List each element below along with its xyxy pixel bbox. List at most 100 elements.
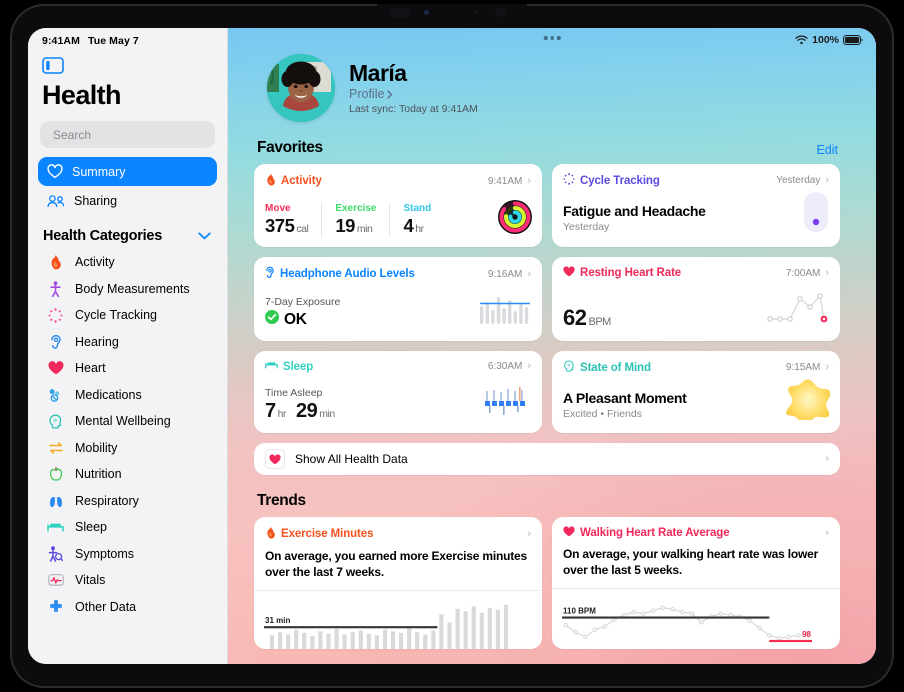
metric-value: 19 [335, 215, 355, 236]
sidebar-item-sharing[interactable]: Sharing [38, 186, 217, 215]
chevron-right-icon: › [527, 527, 531, 540]
card-title-label: Cycle Tracking [580, 174, 660, 187]
screen: 9:41AM Tue May 7 Health Search Summary S… [28, 28, 876, 664]
head-icon [47, 413, 64, 430]
sidebar-item-activity[interactable]: Activity [28, 249, 227, 276]
card-timestamp: 9:16AM [487, 268, 523, 280]
card-title-label: State of Mind [580, 361, 651, 374]
hr-sparkline-graphic [766, 291, 828, 330]
card-unit: BPM [588, 316, 611, 328]
sidebar-item-label: Activity [75, 255, 115, 270]
search-input[interactable] [53, 127, 208, 142]
status-bar-left: 9:41AM Tue May 7 [28, 28, 227, 47]
flame-icon [265, 173, 276, 189]
card-state-of-mind[interactable]: State of Mind 9:15AM › A Pleasant Moment… [552, 351, 840, 433]
card-headphone-audio-levels[interactable]: Headphone Audio Levels 9:16AM › 7-Day Ex… [254, 257, 542, 341]
heart-icon [265, 449, 285, 469]
trend-card-exercise-minutes[interactable]: Exercise Minutes › On average, you earne… [254, 517, 542, 649]
sidebar-toggle-icon[interactable] [42, 57, 64, 74]
bed-icon [47, 519, 64, 536]
main-content: 100% María Profile Last sync: Today at 9… [228, 28, 876, 664]
trends-title: Trends [257, 492, 306, 509]
sidebar-item-label: Mental Wellbeing [75, 414, 171, 429]
ipad-device: 9:41AM Tue May 7 Health Search Summary S… [10, 4, 894, 688]
sidebar-item-mobility[interactable]: Mobility [28, 435, 227, 462]
sidebar-item-summary[interactable]: Summary [38, 157, 217, 186]
flame-icon [47, 254, 64, 271]
chevron-right-icon: › [527, 360, 531, 372]
sidebar-item-nutrition[interactable]: Nutrition [28, 461, 227, 488]
sidebar-item-sleep[interactable]: Sleep [28, 514, 227, 541]
sidebar-item-label: Sleep [75, 520, 107, 535]
card-value: 62 [563, 305, 587, 330]
sidebar-item-label: Other Data [75, 599, 137, 614]
health-categories-header[interactable]: Health Categories [28, 215, 227, 249]
card-activity[interactable]: Activity 9:41AM › Move 375 cal Exercise … [254, 164, 542, 247]
activity-metrics: Move 375 cal Exercise 19 min Stand 4 hr [265, 203, 531, 237]
lungs-icon [47, 492, 64, 509]
sidebar-item-label: Symptoms [75, 546, 135, 561]
sidebar-item-hearing[interactable]: Hearing [28, 329, 227, 356]
sleep-minutes-unit: min [319, 408, 335, 420]
star-blob-graphic [786, 378, 831, 426]
card-cycle-tracking[interactable]: Cycle Tracking Yesterday › Fatigue and H… [552, 164, 840, 247]
profile-link[interactable]: Profile [349, 87, 478, 101]
sidebar-item-heart[interactable]: Heart [28, 355, 227, 382]
metric-label: Stand [403, 203, 432, 214]
svg-text:31 min: 31 min [265, 616, 290, 625]
health-categories-label: Health Categories [43, 228, 163, 244]
sidebar-item-medications[interactable]: Medications [28, 382, 227, 409]
svg-text:98: 98 [802, 630, 811, 639]
sidebar-item-label: Hearing [75, 334, 119, 349]
show-all-health-data-row[interactable]: Show All Health Data › [254, 443, 840, 475]
status-time: 9:41AM [42, 35, 80, 47]
avatar[interactable] [267, 54, 335, 122]
sidebar-item-label: Nutrition [75, 467, 122, 482]
metric-value: 4 [403, 215, 414, 236]
walking-heart-rate-chart: 110 BPM 98 [552, 589, 840, 649]
search-field[interactable] [40, 121, 215, 148]
chevron-right-icon: › [825, 361, 829, 373]
card-subline: Yesterday [563, 221, 610, 233]
scroll-area[interactable]: María Profile Last sync: Today at 9:41AM… [228, 28, 876, 664]
people-icon [47, 194, 65, 207]
sidebar-item-cycle-tracking[interactable]: Cycle Tracking [28, 302, 227, 329]
chevron-right-icon: › [527, 267, 531, 280]
card-title-label: Headphone Audio Levels [280, 268, 415, 280]
card-resting-heart-rate[interactable]: Resting Heart Rate 7:00AM › 62 BPM [552, 257, 840, 341]
card-sleep[interactable]: Sleep 6:30AM › Time Asleep 7 hr 29 min [254, 351, 542, 433]
cycle-icon [563, 173, 575, 188]
sidebar-item-label: Vitals [75, 573, 106, 588]
body-icon [47, 280, 64, 297]
sidebar: 9:41AM Tue May 7 Health Search Summary S… [28, 28, 228, 664]
sidebar-item-label: Summary [72, 164, 126, 179]
mobility-icon [47, 439, 64, 456]
trends-header: Trends [254, 492, 840, 510]
battery-percent-label: 100% [812, 34, 839, 46]
trends-grid: Exercise Minutes › On average, you earne… [254, 517, 840, 649]
metric-stand: Stand 4 hr [389, 203, 444, 237]
profile-header[interactable]: María Profile Last sync: Today at 9:41AM [254, 54, 840, 122]
card-timestamp: 7:00AM [785, 267, 821, 279]
metric-exercise: Exercise 19 min [321, 203, 389, 237]
activity-rings-icon [498, 200, 532, 239]
chevron-right-icon: › [825, 452, 829, 465]
multitasking-control[interactable] [543, 36, 561, 40]
home-indicator[interactable] [344, 679, 560, 683]
sidebar-item-vitals[interactable]: Vitals [28, 567, 227, 594]
flame-icon [265, 526, 276, 542]
chevron-right-icon: › [825, 266, 829, 279]
edit-button[interactable]: Edit [816, 143, 838, 157]
sidebar-item-mental-wellbeing[interactable]: Mental Wellbeing [28, 408, 227, 435]
trend-title-label: Exercise Minutes [281, 528, 374, 540]
trend-card-walking-heart-rate-average[interactable]: Walking Heart Rate Average › On average,… [552, 517, 840, 649]
ear-icon [47, 333, 64, 350]
sidebar-item-other-data[interactable]: Other Data [28, 594, 227, 621]
sidebar-item-respiratory[interactable]: Respiratory [28, 488, 227, 515]
metric-move: Move 375 cal [265, 203, 321, 237]
vitals-icon [47, 572, 64, 589]
camera-notch [377, 4, 527, 20]
sidebar-item-body-measurements[interactable]: Body Measurements [28, 276, 227, 303]
sidebar-item-label: Medications [75, 387, 142, 402]
sidebar-item-symptoms[interactable]: Symptoms [28, 541, 227, 568]
